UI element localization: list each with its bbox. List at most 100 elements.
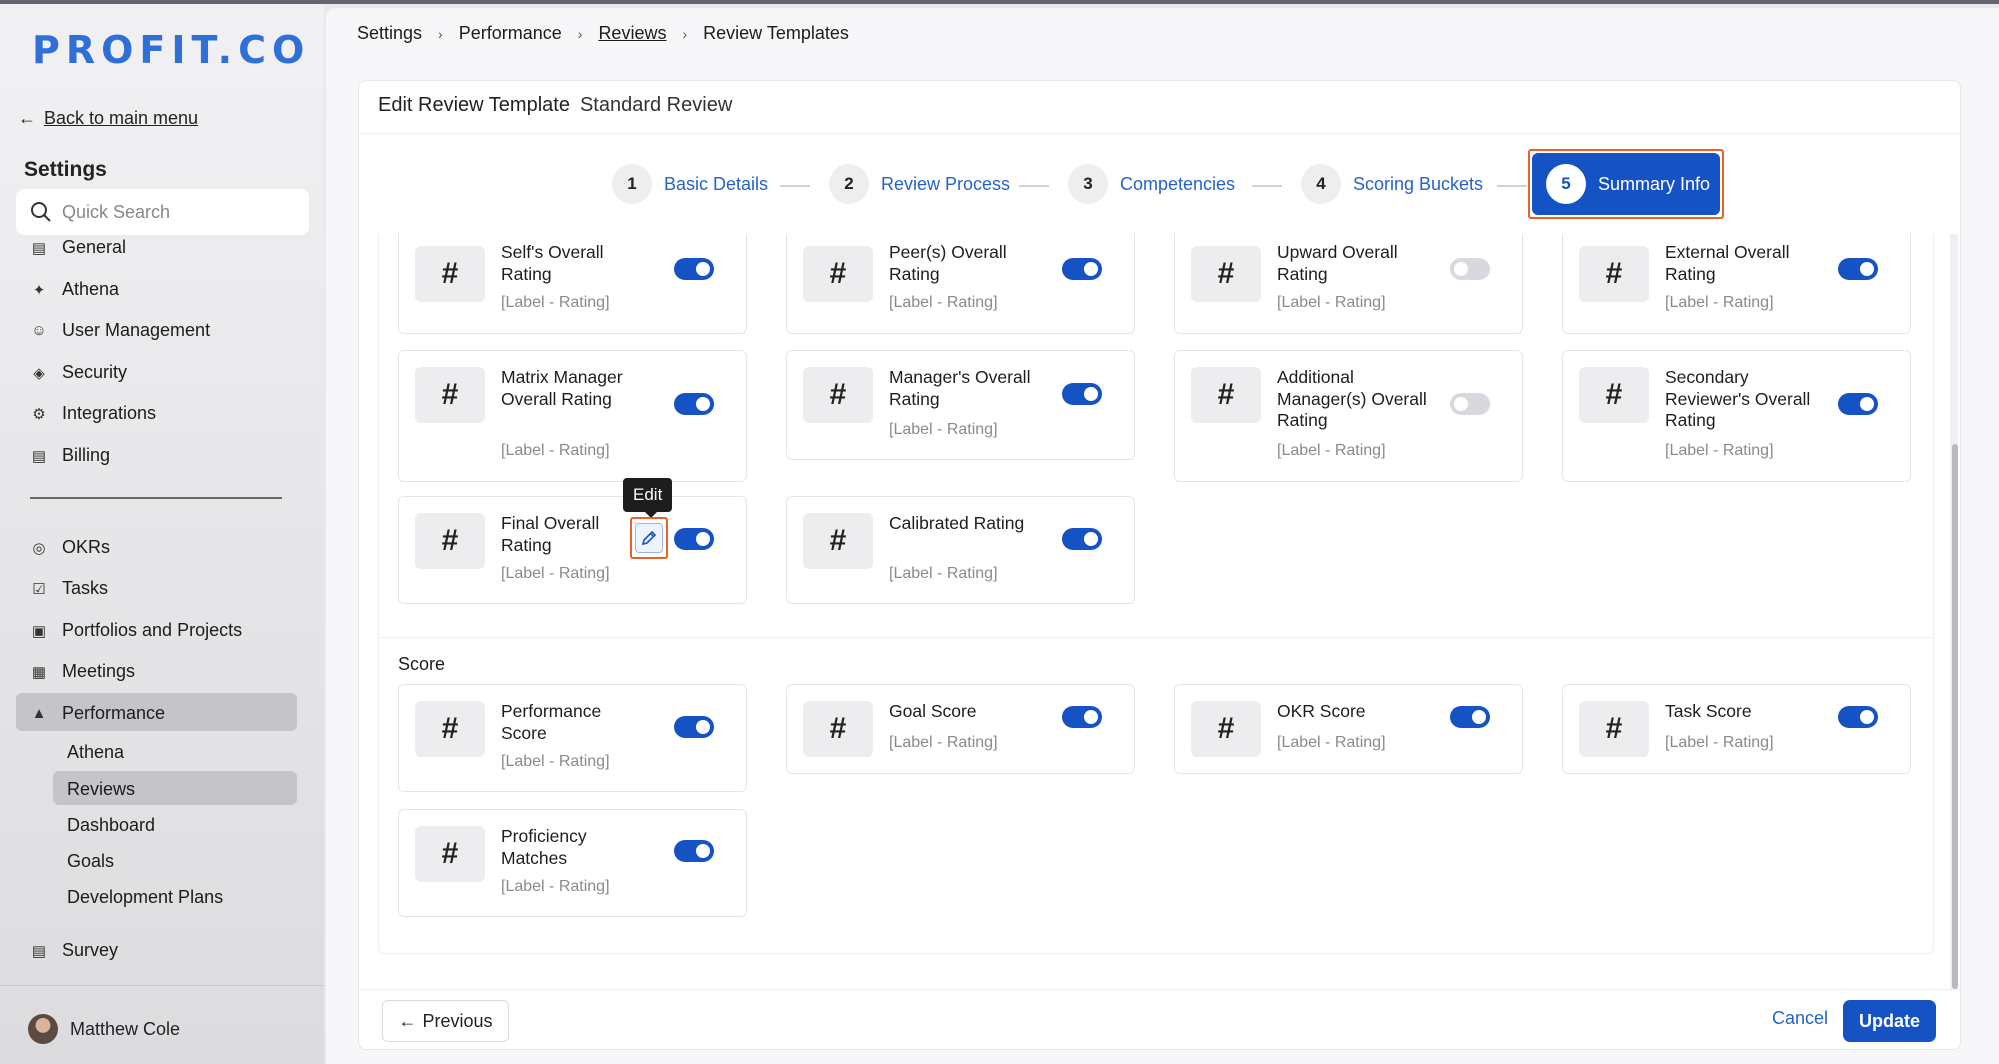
- toggle-switch[interactable]: [1450, 393, 1490, 415]
- breadcrumb-reviews[interactable]: Reviews: [598, 23, 666, 44]
- page-title: Edit Review Template Standard Review: [378, 94, 733, 116]
- chevron-right-icon: ›: [438, 25, 443, 42]
- edit-button-inner: [635, 523, 663, 553]
- step-summary-info[interactable]: 5 Summary Info: [1532, 153, 1720, 215]
- sidebar-item-okrs[interactable]: ◎ OKRs: [30, 537, 110, 558]
- shield-icon: ◈: [33, 364, 45, 382]
- toggle-switch[interactable]: [1450, 258, 1490, 280]
- step-connector: [1497, 185, 1527, 187]
- search-icon: [31, 202, 51, 222]
- hash-icon: #: [415, 701, 485, 757]
- toggle-switch[interactable]: [674, 840, 714, 862]
- breadcrumb-settings[interactable]: Settings: [357, 23, 422, 44]
- sub-item-development-plans[interactable]: Development Plans: [67, 887, 223, 908]
- sub-item-dashboard[interactable]: Dashboard: [67, 815, 155, 836]
- sub-item-goals[interactable]: Goals: [67, 851, 114, 872]
- previous-button[interactable]: ← Previous: [382, 1000, 509, 1042]
- arrow-left-icon: ←: [398, 1010, 417, 1031]
- back-to-main-menu-link[interactable]: ← Back to main menu: [18, 108, 198, 129]
- hash-icon: #: [1579, 701, 1649, 757]
- hash-icon: #: [803, 246, 873, 302]
- toggle-switch[interactable]: [1062, 383, 1102, 405]
- logo[interactable]: PROFIT.CO: [32, 28, 310, 72]
- toggle-switch[interactable]: [1838, 258, 1878, 280]
- breadcrumb-performance[interactable]: Performance: [459, 23, 562, 44]
- sidebar-divider: [30, 497, 282, 499]
- tile-additional-managers-overall-rating: # Additional Manager(s) Overall Rating […: [1174, 350, 1523, 482]
- sidebar-item-security[interactable]: ◈ Security: [30, 362, 127, 383]
- toggle-switch[interactable]: [1838, 706, 1878, 728]
- tile-peers-overall-rating: # Peer(s) Overall Rating [Label - Rating…: [786, 234, 1135, 334]
- toggle-switch[interactable]: [1838, 393, 1878, 415]
- sidebar-item-billing[interactable]: ▤ Billing: [30, 445, 110, 466]
- briefcase-icon: ▣: [31, 622, 47, 640]
- calendar-icon: ▦: [31, 663, 47, 681]
- sub-item-athena[interactable]: Athena: [67, 742, 124, 763]
- step-connector: [1252, 185, 1282, 187]
- hash-icon: #: [1579, 246, 1649, 302]
- sub-item-reviews[interactable]: Reviews: [67, 779, 135, 800]
- sparkle-icon: ✦: [32, 281, 46, 299]
- score-section-title: Score: [398, 654, 446, 674]
- user-profile[interactable]: Matthew Cole: [28, 1014, 180, 1044]
- edit-button[interactable]: [630, 517, 668, 559]
- tile-external-overall-rating: # External Overall Rating [Label - Ratin…: [1562, 234, 1911, 334]
- step-basic-details[interactable]: 1 Basic Details: [612, 164, 768, 204]
- search-placeholder: Quick Search: [62, 201, 171, 222]
- receipt-icon: ▤: [31, 447, 47, 465]
- section-divider: [379, 637, 1933, 638]
- step-review-process[interactable]: 2 Review Process: [829, 164, 1010, 204]
- sidebar-title: Settings: [24, 158, 107, 181]
- search-input[interactable]: Quick Search: [16, 189, 309, 235]
- step-scoring-buckets[interactable]: 4 Scoring Buckets: [1301, 164, 1483, 204]
- arrow-left-icon: ←: [18, 108, 36, 128]
- hash-icon: #: [803, 701, 873, 757]
- tile-upward-overall-rating: # Upward Overall Rating [Label - Rating]: [1174, 234, 1523, 334]
- toggle-switch[interactable]: [674, 528, 714, 550]
- chevron-right-icon: ›: [682, 25, 688, 42]
- sidebar-item-user-management[interactable]: ☺ User Management: [30, 320, 210, 341]
- toggle-switch[interactable]: [674, 393, 714, 415]
- update-button[interactable]: Update: [1843, 1000, 1936, 1042]
- tile-calibrated-rating: # Calibrated Rating [Label - Rating]: [786, 496, 1135, 604]
- user-name: Matthew Cole: [70, 1018, 181, 1039]
- user-icon: ☺: [31, 322, 47, 339]
- tile-final-overall-rating: # Final Overall Rating [Label - Rating]: [398, 496, 747, 604]
- sidebar-item-athena[interactable]: ✦ Athena: [30, 279, 119, 300]
- sidebar-item-general[interactable]: ▤ General: [30, 237, 126, 258]
- edit-tooltip: Edit: [623, 478, 673, 518]
- toggle-switch[interactable]: [1450, 706, 1490, 728]
- sidebar-item-meetings[interactable]: ▦ Meetings: [30, 661, 135, 682]
- sidebar-item-integrations[interactable]: ⚙ Integrations: [30, 403, 156, 424]
- sidebar-item-tasks[interactable]: ☑ Tasks: [30, 578, 108, 599]
- chevron-right-icon: ›: [577, 25, 583, 42]
- sidebar-item-portfolios[interactable]: ▣ Portfolios and Projects: [30, 620, 242, 641]
- cancel-button[interactable]: Cancel: [1772, 1008, 1828, 1029]
- gear-icon: ⚙: [32, 405, 46, 423]
- tile-task-score: # Task Score [Label - Rating]: [1562, 684, 1911, 774]
- hash-icon: #: [415, 367, 485, 423]
- survey-icon: ▤: [31, 942, 47, 960]
- tile-okr-score: # OKR Score [Label - Rating]: [1174, 684, 1523, 774]
- toggle-switch[interactable]: [674, 258, 714, 280]
- target-icon: ◎: [32, 539, 46, 557]
- tile-proficiency-matches: # Proficiency Matches [Label - Rating]: [398, 809, 747, 917]
- chart-icon: ▲: [31, 705, 47, 722]
- toggle-switch[interactable]: [1062, 258, 1102, 280]
- pencil-icon: [641, 530, 657, 546]
- hash-icon: #: [803, 367, 873, 423]
- sidebar-item-performance[interactable]: ▲ Performance: [30, 703, 165, 724]
- toggle-switch[interactable]: [1062, 528, 1102, 550]
- sidebar-item-survey[interactable]: ▤ Survey: [30, 940, 118, 961]
- toggle-switch[interactable]: [1062, 706, 1102, 728]
- toggle-switch[interactable]: [674, 716, 714, 738]
- hash-icon: #: [415, 826, 485, 882]
- tile-selfs-overall-rating: # Self's Overall Rating [Label - Rating]: [398, 234, 747, 334]
- step-competencies[interactable]: 3 Competencies: [1068, 164, 1235, 204]
- hash-icon: #: [803, 513, 873, 569]
- template-name: Standard Review: [579, 94, 733, 116]
- scrollbar-thumb[interactable]: [1952, 444, 1958, 989]
- hash-icon: #: [1191, 367, 1261, 423]
- header-divider: [358, 133, 1961, 134]
- tile-performance-score: # Performance Score [Label - Rating]: [398, 684, 747, 792]
